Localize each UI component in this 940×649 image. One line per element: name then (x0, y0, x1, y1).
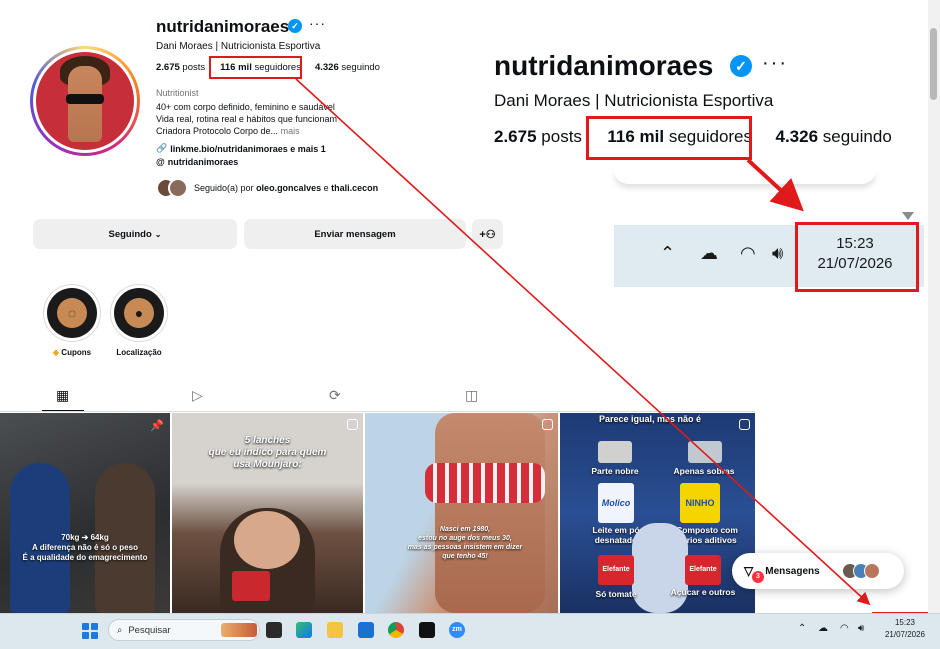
windows-start-icon[interactable] (82, 623, 98, 639)
search-placeholder: Pesquisar (128, 624, 171, 636)
wifi-icon[interactable]: ◠ (840, 623, 849, 634)
edge-icon[interactable] (296, 622, 312, 638)
clock-time: 15:23 (894, 618, 916, 627)
chevron-up-icon[interactable]: ⌃ (798, 623, 806, 634)
cloud-icon[interactable]: ☁ (818, 623, 828, 634)
scrollbar-thumb[interactable] (930, 28, 937, 100)
taskbar-clock[interactable]: 15:23 21/07/2026 (876, 617, 934, 641)
chrome-icon[interactable] (388, 622, 404, 638)
folder-icon[interactable] (327, 622, 343, 638)
taskbar-search-input[interactable]: ⌕ Pesquisar (108, 619, 260, 641)
search-icon: ⌕ (117, 624, 123, 636)
annotation-arrows (295, 78, 871, 606)
annotation-arrow (746, 158, 804, 212)
capcut-icon[interactable] (419, 622, 435, 638)
task-view-icon[interactable] (266, 622, 282, 638)
clock-date: 21/07/2026 (884, 630, 926, 639)
volume-icon[interactable]: 🔊︎ (858, 623, 864, 634)
annotation-arrow (295, 78, 871, 606)
search-highlight-image (221, 623, 257, 637)
zoom-icon[interactable]: zm (449, 622, 465, 638)
outlook-icon[interactable] (358, 622, 374, 638)
